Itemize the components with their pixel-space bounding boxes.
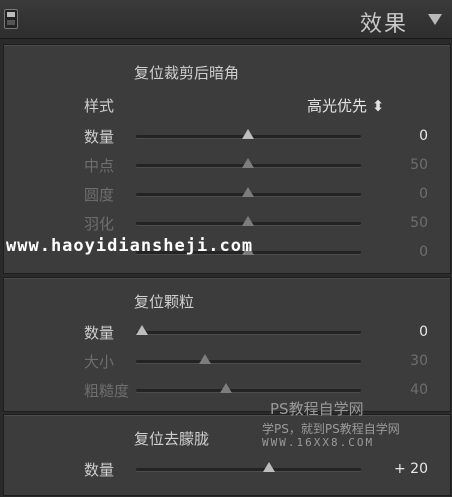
slider-value[interactable]: 0 — [368, 128, 428, 144]
slider-thumb[interactable] — [263, 462, 275, 472]
slider-thumb[interactable] — [242, 129, 254, 139]
slider-label: 数量 — [84, 461, 115, 479]
grain-reset-title[interactable]: 复位颗粒 — [134, 291, 194, 312]
slider-label: 大小 — [84, 353, 115, 371]
slider-thumb[interactable] — [220, 383, 232, 393]
slider-thumb[interactable] — [242, 216, 254, 226]
slider-label: 羽化 — [84, 215, 115, 233]
slider-track[interactable] — [136, 468, 361, 471]
slider-label: 中点 — [84, 157, 115, 175]
grain-section: 复位颗粒 数量 0 大小 30 粗糙度 40 — [3, 277, 451, 412]
slider-value[interactable]: 50 — [368, 157, 428, 173]
slider-value[interactable]: 0 — [368, 324, 428, 340]
ps-watermark-title: PS教程自学网 — [270, 400, 364, 418]
vignette-style-label: 样式 — [84, 97, 115, 115]
dehaze-reset-title[interactable]: 复位去朦胧 — [134, 428, 209, 449]
slider-value[interactable]: 0 — [368, 244, 428, 260]
slider-track[interactable] — [136, 389, 361, 392]
slider-value[interactable]: 0 — [368, 186, 428, 202]
slider-value[interactable]: + 20 — [368, 461, 428, 477]
slider-label: 数量 — [84, 324, 115, 342]
site-watermark: www.haoyidiansheji.com — [6, 236, 254, 256]
slider-thumb[interactable] — [199, 354, 211, 364]
ps-watermark-subtitle: 学PS，就到PS教程自学网 — [262, 422, 400, 436]
slider-thumb[interactable] — [136, 325, 148, 335]
panel-title: 效果 — [359, 12, 408, 37]
vignette-reset-title[interactable]: 复位裁剪后暗角 — [134, 62, 239, 83]
slider-value[interactable]: 40 — [368, 382, 428, 398]
panel-header[interactable]: 效果 — [0, 0, 452, 39]
slider-thumb[interactable] — [242, 187, 254, 197]
slider-track[interactable] — [136, 331, 361, 334]
slider-track[interactable] — [136, 360, 361, 363]
panel-toggle-icon[interactable] — [4, 9, 18, 29]
slider-label: 粗糙度 — [84, 382, 130, 400]
vignette-style-select[interactable]: 高光优先 ⬍ — [307, 95, 384, 116]
slider-thumb[interactable] — [242, 158, 254, 168]
slider-value[interactable]: 50 — [368, 215, 428, 231]
slider-label: 圆度 — [84, 186, 115, 204]
slider-label: 数量 — [84, 128, 115, 146]
collapse-triangle-icon[interactable] — [428, 14, 442, 25]
ps-watermark-url: WWW.16XX8.COM — [262, 436, 375, 449]
slider-value[interactable]: 30 — [368, 353, 428, 369]
